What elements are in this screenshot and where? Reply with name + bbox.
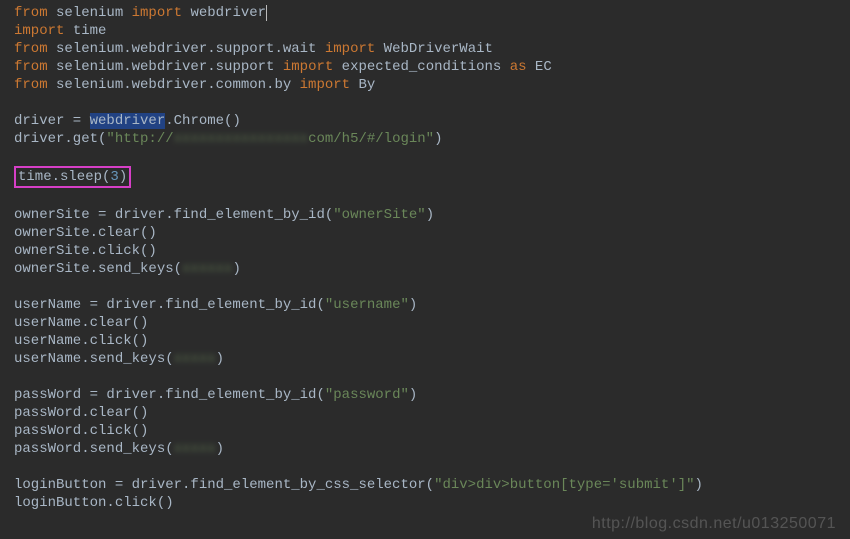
- redacted-text: xxxxxx: [182, 260, 232, 278]
- blank-line: [6, 188, 850, 206]
- code-line: userName.send_keys(xxxxx): [6, 350, 850, 368]
- redacted-text: xxxxx: [174, 440, 216, 458]
- blank-line: [6, 94, 850, 112]
- keyword-from: from: [14, 5, 48, 21]
- code-line: ownerSite.clear(): [6, 224, 850, 242]
- code-line: userName = driver.find_element_by_id("us…: [6, 296, 850, 314]
- code-line: from selenium.webdriver.support.wait imp…: [6, 40, 850, 58]
- redacted-text: xxxxx: [174, 350, 216, 368]
- code-line: ownerSite.send_keys(xxxxxx): [6, 260, 850, 278]
- code-line: passWord.send_keys(xxxxx): [6, 440, 850, 458]
- code-line: from selenium.webdriver.common.by import…: [6, 76, 850, 94]
- code-line: from selenium import webdriver: [6, 4, 850, 22]
- blank-line: [6, 148, 850, 166]
- code-line: userName.click(): [6, 332, 850, 350]
- code-line: passWord.clear(): [6, 404, 850, 422]
- keyword-import: import: [132, 5, 182, 21]
- code-editor[interactable]: from selenium import webdriver import ti…: [6, 4, 850, 512]
- code-line: from selenium.webdriver.support import e…: [6, 58, 850, 76]
- code-line: loginButton.click(): [6, 494, 850, 512]
- blank-line: [6, 278, 850, 296]
- watermark-text: http://blog.csdn.net/u013250071: [592, 515, 836, 533]
- blank-line: [6, 458, 850, 476]
- code-line: driver.get("http://xxxxxxxxxxxxxxxxcom/h…: [6, 130, 850, 148]
- code-line: import time: [6, 22, 850, 40]
- highlight-box: time.sleep(3): [14, 166, 131, 188]
- text-cursor: [266, 5, 267, 21]
- code-line: passWord.click(): [6, 422, 850, 440]
- code-line: ownerSite.click(): [6, 242, 850, 260]
- code-line: loginButton = driver.find_element_by_css…: [6, 476, 850, 494]
- code-line: driver = webdriver.Chrome(): [6, 112, 850, 130]
- code-line-highlighted: time.sleep(3): [6, 166, 850, 188]
- code-line: ownerSite = driver.find_element_by_id("o…: [6, 206, 850, 224]
- redacted-text: xxxxxxxxxxxxxxxx: [174, 130, 308, 148]
- code-line: passWord = driver.find_element_by_id("pa…: [6, 386, 850, 404]
- code-line: userName.clear(): [6, 314, 850, 332]
- blank-line: [6, 368, 850, 386]
- highlighted-word: webdriver: [90, 113, 166, 129]
